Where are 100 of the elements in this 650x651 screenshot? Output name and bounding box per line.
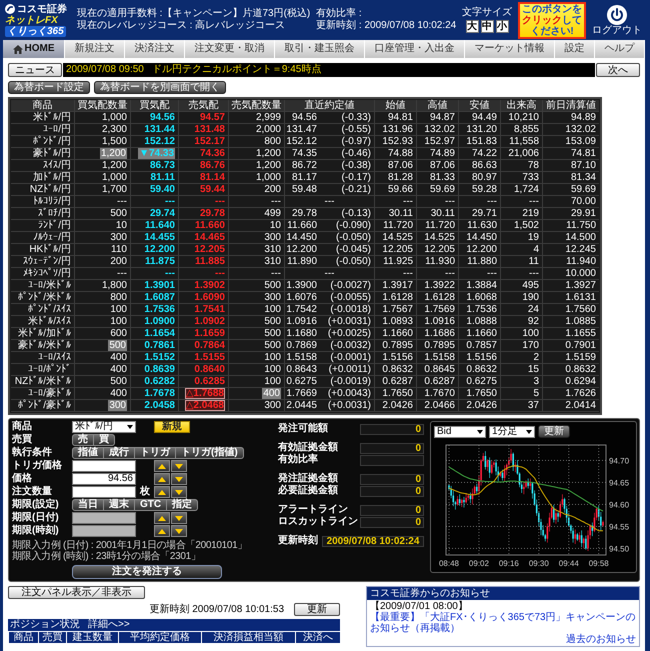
option-button[interactable]: 成行: [104, 447, 135, 459]
price-change: (+0.0043): [327, 388, 371, 399]
last-price: ---: [324, 196, 334, 207]
trading-volume: 170: [522, 340, 539, 351]
input-field[interactable]: [72, 486, 136, 498]
increment-button[interactable]: [154, 486, 170, 498]
high-price: 12.205: [424, 244, 455, 255]
currency-pair: 米ﾄﾞﾙ/ｽｲｽ: [28, 316, 71, 327]
panel-toggle-button[interactable]: 注文パネル表示／非表示: [8, 586, 145, 599]
bid-price: 81.11: [150, 172, 175, 183]
option-button[interactable]: トリガ: [135, 447, 176, 459]
past-notices-link[interactable]: 過去のお知らせ: [566, 634, 636, 645]
nav-tab[interactable]: 設定: [555, 40, 595, 58]
bid-quantity: 1,800: [102, 280, 127, 291]
font-size-button[interactable]: 大: [466, 20, 479, 33]
nav-tab[interactable]: 新規注文: [65, 40, 125, 58]
product-logo: くりっく365: [5, 26, 66, 36]
next-button[interactable]: 次へ: [596, 63, 640, 77]
price-change: (-0.38): [340, 160, 371, 171]
previous-settlement-price: 70.00: [570, 196, 596, 207]
font-size-button[interactable]: 小: [496, 20, 509, 33]
bid-quantity: 100: [110, 316, 127, 327]
open-price: 94.81: [388, 112, 413, 123]
increment-button[interactable]: [154, 525, 170, 537]
nav-tab[interactable]: マーケット情報: [465, 40, 555, 58]
account-info-text: 現在の適用手数料 :【キャンペーン】片道73円(税込): [76, 8, 310, 20]
column-header: 前日清算値: [543, 100, 599, 111]
column-header: 高値: [417, 100, 459, 111]
bid-price: 0.8639: [144, 364, 175, 375]
decrement-button[interactable]: [171, 525, 187, 537]
ask-price: 0.6285: [194, 376, 225, 387]
submit-order-button[interactable]: 注文を発注する: [72, 565, 222, 579]
logout-button[interactable]: ログアウト: [592, 4, 642, 36]
price-change: (-0.0027): [329, 280, 371, 291]
interval-select[interactable]: 1分足: [489, 426, 535, 438]
nav-tab[interactable]: 決済注文: [125, 40, 185, 58]
option-button[interactable]: 指定: [167, 499, 198, 511]
column-header: 始値: [375, 100, 417, 111]
notice-link[interactable]: 【最重要】「大証FX･くりっく365で73円」キャンペーンのお知らせ（再掲載）: [370, 612, 636, 634]
bid-price: 1.0900: [144, 316, 175, 327]
service-name: ネットレFX: [5, 14, 60, 26]
nav-tab[interactable]: 取引・建玉照会: [275, 40, 365, 58]
price-type-select[interactable]: Bid: [434, 426, 486, 438]
nav-tab[interactable]: 口座管理・入出金: [365, 40, 465, 58]
detail-link[interactable]: 詳細へ>>: [88, 619, 130, 631]
increment-button[interactable]: [154, 512, 170, 524]
open-price: ---: [403, 268, 413, 279]
option-button[interactable]: トリガ(指値): [176, 447, 244, 459]
decrement-button[interactable]: [171, 512, 187, 524]
currency-pair: ﾎﾟﾝﾄﾞ/米ﾄﾞﾙ: [18, 292, 71, 303]
increment-button[interactable]: [154, 460, 170, 472]
low-price: 12.200: [466, 244, 497, 255]
open-price: 1.0893: [382, 316, 413, 327]
trading-volume: 37: [528, 400, 539, 411]
previous-settlement-price: 12.245: [565, 244, 596, 255]
previous-settlement-price: 1.7626: [565, 388, 596, 399]
notice-date: 【2009/07/01 08:00】: [370, 601, 469, 612]
campaign-banner[interactable]: このボタンを クリックして ください!: [518, 2, 586, 38]
last-price: 0.7869: [286, 340, 317, 351]
previous-settlement-price: 59.69: [570, 184, 596, 195]
previous-settlement-price: 0.8632: [565, 364, 596, 375]
currency-pair: HKﾄﾞﾙ/円: [29, 244, 71, 255]
ask-quantity: 499: [264, 208, 281, 219]
decrement-button[interactable]: [171, 473, 187, 485]
high-price: 1.1686: [424, 328, 455, 339]
previous-settlement-price: 132.02: [565, 124, 596, 135]
chart-refresh-button[interactable]: 更新: [538, 425, 570, 438]
low-price: 11.880: [467, 256, 497, 267]
option-button[interactable]: GTC: [135, 499, 168, 511]
input-field[interactable]: [72, 460, 136, 472]
nav-tab[interactable]: HOME: [3, 40, 65, 58]
new-order-button[interactable]: 新規: [154, 421, 190, 433]
nav-tab[interactable]: 注文変更・取消: [185, 40, 275, 58]
open-board-window-button[interactable]: 為替ボードを別画面で開く: [94, 81, 226, 94]
option-button[interactable]: 買: [94, 434, 115, 446]
input-field[interactable]: 94.56: [72, 473, 136, 485]
nav-tab[interactable]: ヘルプ: [595, 40, 645, 58]
bid-quantity: 1,000: [102, 172, 127, 183]
option-button[interactable]: 売: [72, 434, 94, 446]
trading-volume: 100: [522, 328, 539, 339]
currency-pair-select[interactable]: 米ﾄﾞﾙ/円: [72, 421, 136, 433]
price-change: (-0.0018): [329, 304, 371, 315]
refresh-button[interactable]: 更新: [294, 603, 340, 616]
option-button[interactable]: 週末: [104, 499, 135, 511]
low-price: 151.83: [466, 136, 497, 147]
input-example-note: 期限入力例 (時刻) : 23時1分の場合「2301」: [12, 551, 202, 562]
open-price: 0.6287: [382, 376, 413, 387]
news-button[interactable]: ニュース: [8, 63, 62, 77]
board-settings-button[interactable]: 為替ボード設定: [8, 81, 90, 94]
news-headline[interactable]: ドル円テクニカルポイント＝9:45時点: [152, 63, 322, 77]
decrement-button[interactable]: [171, 460, 187, 472]
high-price: 74.89: [430, 148, 455, 159]
ask-quantity: 1,200: [256, 160, 281, 171]
option-button[interactable]: 当日: [72, 499, 104, 511]
price-change: (-0.97): [340, 136, 371, 147]
increment-button[interactable]: [154, 473, 170, 485]
decrement-button[interactable]: [171, 486, 187, 498]
ask-quantity: 310: [264, 244, 281, 255]
font-size-button[interactable]: 中: [480, 20, 494, 33]
option-button[interactable]: 指値: [72, 447, 104, 459]
